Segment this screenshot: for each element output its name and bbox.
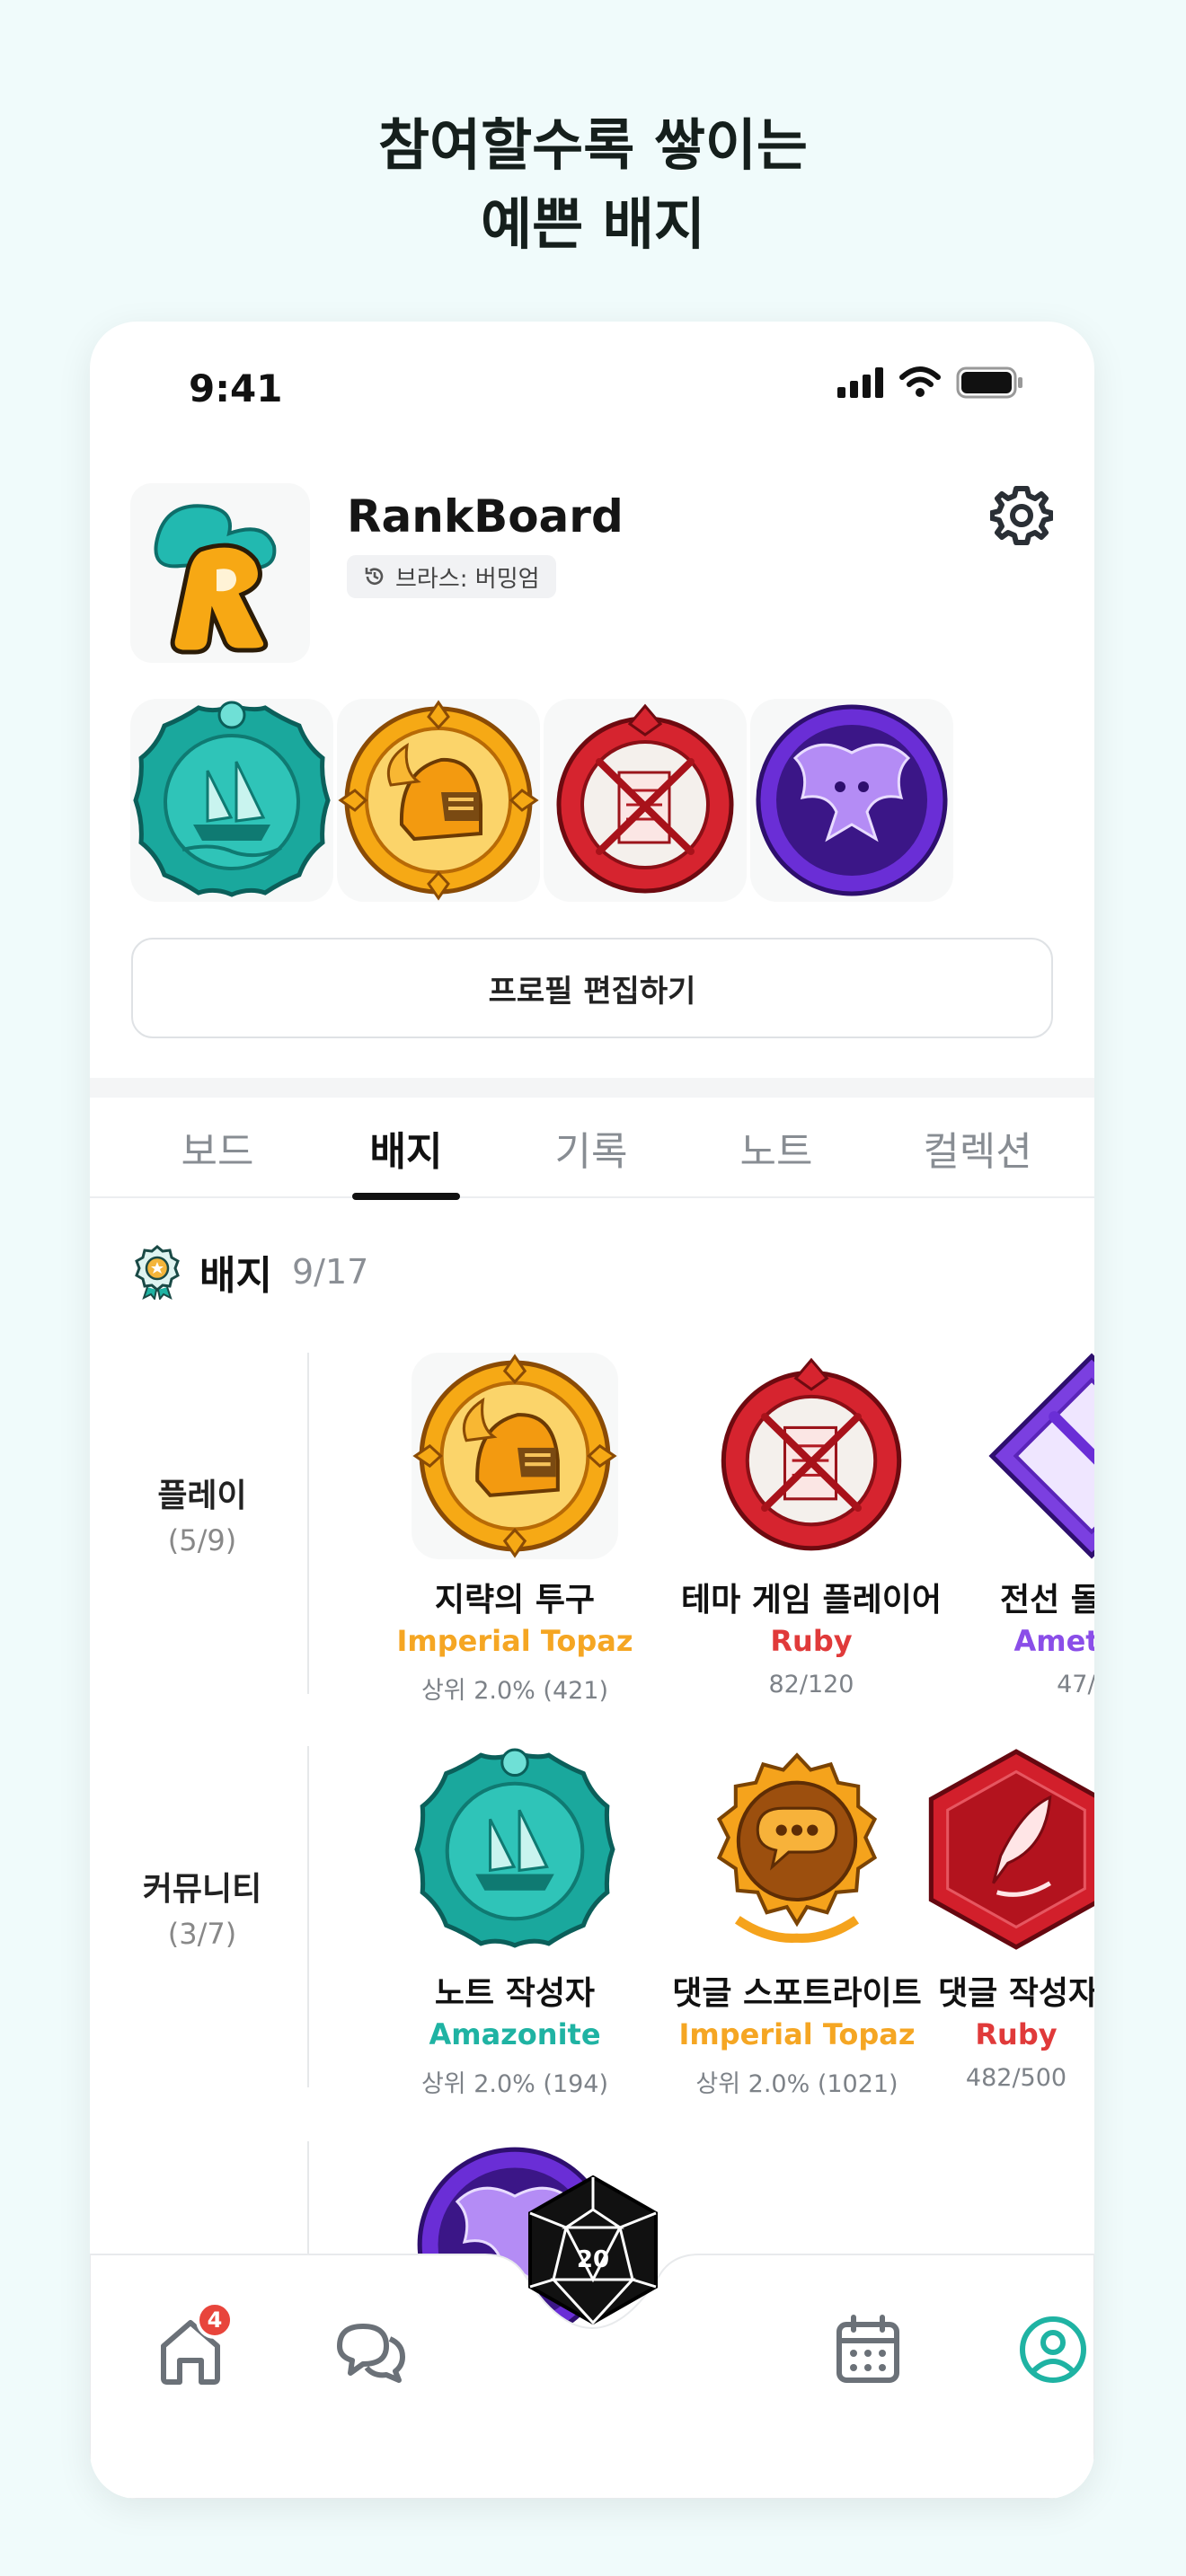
badge-stat: 482/500 xyxy=(965,2064,1067,2092)
status-icons xyxy=(837,366,1024,399)
bottom-nav: 4 20 xyxy=(90,2175,1094,2499)
nav-home[interactable]: 4 xyxy=(147,2301,234,2393)
badge-stat: 82/120 xyxy=(768,1671,854,1698)
ship-seal-icon xyxy=(414,1748,615,1948)
history-icon xyxy=(365,568,384,585)
sword-badge-icon xyxy=(988,1353,1094,1559)
showcase-badge-phoenix[interactable] xyxy=(750,699,953,902)
profile-icon xyxy=(1020,2316,1086,2383)
status-time: 9:41 xyxy=(189,366,283,410)
tab-records[interactable]: 기록 xyxy=(519,1098,663,1198)
badge-tier: Ruby xyxy=(770,1624,853,1658)
chat-badge-icon xyxy=(716,1752,878,1943)
badge-section-title: 배지 xyxy=(199,1253,272,1299)
badge-tier: Ruby xyxy=(975,2017,1058,2051)
category-name: 커뮤니티 xyxy=(142,1871,262,1908)
badge-section-count: 9/17 xyxy=(291,1252,369,1292)
badge-stat: 상위 2.0% (1021) xyxy=(695,2070,898,2098)
svg-text:20: 20 xyxy=(577,2246,609,2273)
nav-chat[interactable] xyxy=(327,2307,413,2393)
badge-stat: 47/50 xyxy=(1057,1671,1094,1698)
phone-frame: 9:41 RankBoard 브라스: 버밍엄 프로필 편집하기 보드 배지 기… xyxy=(90,322,1094,2499)
category-divider xyxy=(307,1353,309,1694)
showcase-badge-ship[interactable] xyxy=(130,699,333,902)
home-notification-badge: 4 xyxy=(196,2301,234,2339)
edit-profile-button[interactable]: 프로필 편집하기 xyxy=(131,938,1053,1038)
avatar[interactable] xyxy=(130,483,310,663)
nav-calendar[interactable] xyxy=(825,2307,911,2393)
wifi-icon xyxy=(899,366,941,397)
headline-line1: 참여할수록 쌓이는 xyxy=(378,112,808,178)
tab-bar: 보드 배지 기록 노트 컬렉션 xyxy=(90,1098,1094,1200)
battery-icon xyxy=(956,366,1022,399)
tab-notes[interactable]: 노트 xyxy=(704,1098,848,1198)
headline: 참여할수록 쌓이는 예쁜 배지 xyxy=(0,106,1186,264)
category-name: 플레이 xyxy=(157,1478,247,1514)
section-divider xyxy=(90,1078,1094,1098)
tier-label: 브라스: 버밍엄 xyxy=(395,565,540,593)
scroll-badge-icon xyxy=(721,1357,902,1551)
badge-stat: 상위 2.0% (421) xyxy=(420,1677,609,1705)
badge-title: 지략의 투구 xyxy=(434,1582,596,1619)
badge-title: 노트 작성자 xyxy=(434,1975,596,2012)
badge-tier: Amethyst xyxy=(1013,1624,1094,1658)
username: RankBoard xyxy=(347,490,624,543)
phoenix-badge-icon xyxy=(756,704,948,896)
category-divider xyxy=(307,1746,309,2087)
headline-line2: 예쁜 배지 xyxy=(481,191,705,257)
showcase-badge-scroll[interactable] xyxy=(544,699,747,902)
ship-seal-icon xyxy=(133,701,331,897)
badge-stat: 상위 2.0% (194) xyxy=(420,2070,609,2098)
helmet-badge-icon xyxy=(338,700,539,901)
badge-title: 댓글 작성자 xyxy=(938,1975,1094,2012)
badge-section-heading: 배지 9/17 xyxy=(131,1243,368,1301)
d20-dice-icon[interactable]: 20 xyxy=(521,2174,665,2326)
gear-icon[interactable] xyxy=(990,483,1053,546)
signal-icon xyxy=(837,367,883,398)
badge-card[interactable]: 전선 돌파자 I Amethyst 47/50 xyxy=(943,1353,1094,1703)
badge-showcase xyxy=(130,699,957,905)
showcase-badge-helmet[interactable] xyxy=(337,699,540,902)
award-icon xyxy=(135,1245,180,1300)
quill-badge-icon xyxy=(928,1749,1094,1950)
category-count: (3/7) xyxy=(167,1917,237,1951)
tier-chip[interactable]: 브라스: 버밍엄 xyxy=(347,555,556,598)
helmet-badge-icon xyxy=(412,1353,618,1559)
scroll-badge-icon xyxy=(556,703,734,894)
badge-tier: Imperial Topaz xyxy=(396,1624,633,1658)
tab-badges[interactable]: 배지 xyxy=(334,1098,478,1200)
calendar-icon xyxy=(836,2315,899,2383)
badge-title: 테마 게임 플레이어 xyxy=(680,1582,943,1619)
category-count: (5/9) xyxy=(167,1523,237,1557)
tab-collection[interactable]: 컬렉션 xyxy=(888,1098,1067,1198)
nav-profile[interactable] xyxy=(1010,2307,1094,2393)
badge-tier: Imperial Topaz xyxy=(678,2017,916,2051)
chat-icon xyxy=(337,2324,405,2383)
tab-board[interactable]: 보드 xyxy=(146,1098,289,1198)
badge-title: 댓글 스포트라이트 xyxy=(672,1975,922,2012)
badge-title: 전선 돌파자 I xyxy=(999,1582,1094,1619)
badge-tier: Amazonite xyxy=(429,2017,601,2051)
